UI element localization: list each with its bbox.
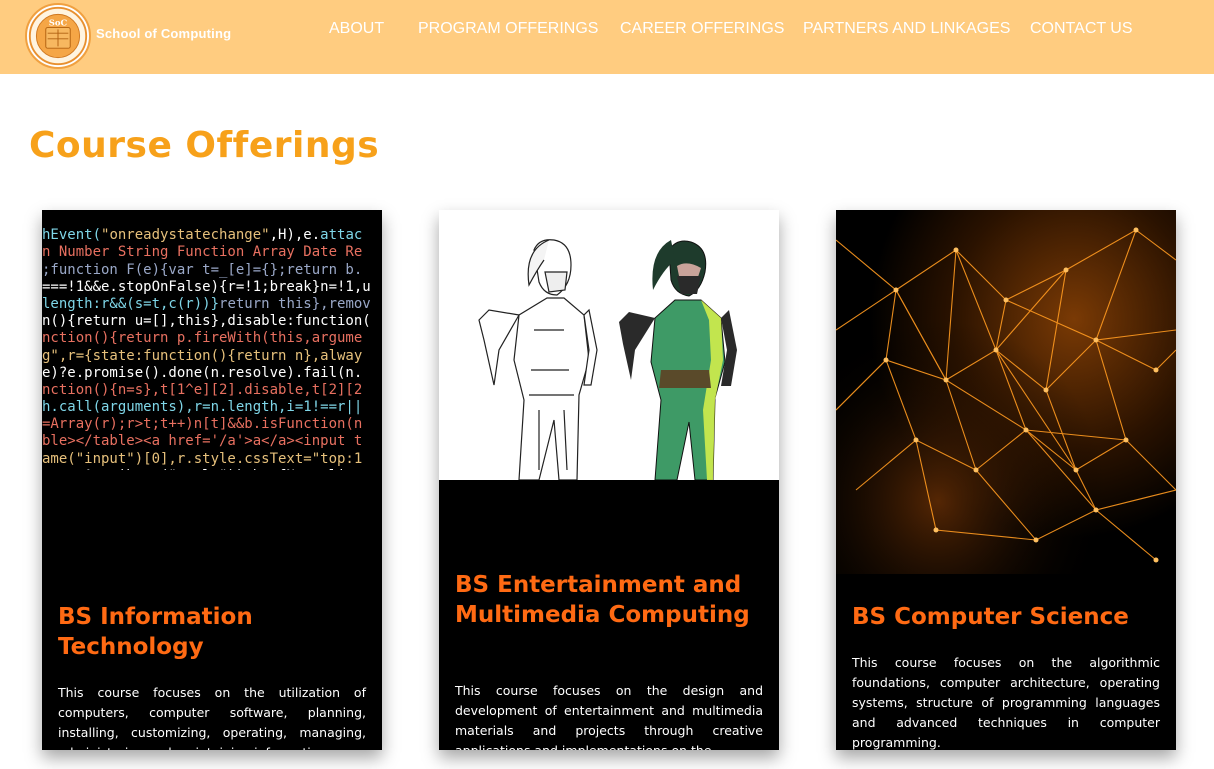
card-title: BS Computer Science xyxy=(852,604,1129,630)
card-description: This course focuses on the utilization o… xyxy=(58,685,366,750)
code-image: hEvent("onreadystatechange",H),e.attac n … xyxy=(42,227,371,470)
nav-partners-and-linkages[interactable]: PARTNERS AND LINKAGES xyxy=(803,20,1010,38)
card-description: This course focuses on the design and de… xyxy=(455,683,763,750)
course-card-it[interactable]: hEvent("onreadystatechange",H),e.attac n … xyxy=(42,210,382,750)
course-card-emc[interactable]: BS Entertainment and Multimedia Computin… xyxy=(439,210,779,750)
card-title: BS Entertainment and Multimedia Computin… xyxy=(455,572,750,628)
nav-about[interactable]: ABOUT xyxy=(329,20,384,38)
main-nav: ABOUT PROGRAM OFFERINGS CAREER OFFERINGS… xyxy=(0,20,1214,44)
card-description: This course focuses on the algorithmic f… xyxy=(852,655,1160,750)
course-card-cs[interactable]: BS Computer Science This course focuses … xyxy=(836,210,1176,750)
nav-program-offerings[interactable]: PROGRAM OFFERINGS xyxy=(418,20,598,38)
page-title: Course Offerings xyxy=(29,125,380,166)
site-header: SoC School of Computing ABOUT PROGRAM OF… xyxy=(0,0,1214,74)
nav-contact-us[interactable]: CONTACT US xyxy=(1030,20,1133,38)
network-illustration xyxy=(836,210,1176,574)
character-illustration xyxy=(439,210,779,500)
nav-career-offerings[interactable]: CAREER OFFERINGS xyxy=(620,20,784,38)
card-title: BS Information Technology xyxy=(58,604,253,660)
